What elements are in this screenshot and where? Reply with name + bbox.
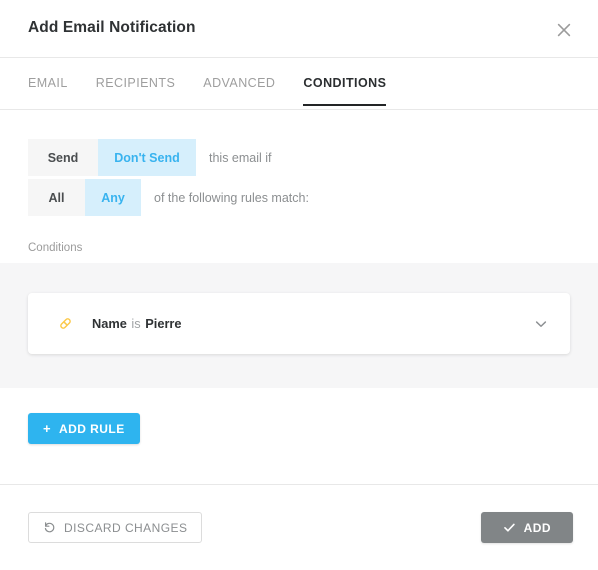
condition-field: Name [92, 316, 127, 331]
tab-recipients[interactable]: RECIPIENTS [96, 58, 176, 106]
send-row-caption: this email if [209, 150, 272, 165]
plus-icon: + [43, 421, 52, 436]
link-icon [56, 315, 74, 333]
check-icon [503, 521, 516, 534]
condition-value: Pierre [145, 316, 182, 331]
discard-changes-label: DISCARD CHANGES [64, 520, 188, 535]
add-rule-button[interactable]: + ADD RULE [28, 413, 140, 444]
add-rule-area: + ADD RULE [0, 388, 598, 483]
tab-advanced[interactable]: ADVANCED [203, 58, 275, 106]
condition-operator: is [131, 316, 141, 331]
segment-all[interactable]: All [28, 179, 85, 216]
conditions-section-label: Conditions [28, 242, 83, 254]
dialog-footer: DISCARD CHANGES ADD [0, 484, 598, 570]
match-toggle-row: All Any of the following rules match: [28, 179, 598, 216]
chevron-down-icon[interactable] [530, 313, 552, 335]
match-row-caption: of the following rules match: [154, 190, 309, 205]
add-button-label: ADD [523, 520, 551, 535]
send-toggle-row: Send Don't Send this email if [28, 139, 598, 176]
condition-settings: Send Don't Send this email if All Any of… [0, 110, 598, 216]
discard-changes-button[interactable]: DISCARD CHANGES [28, 512, 203, 543]
page-title: Add Email Notification [28, 19, 196, 36]
condition-expression: Name is Pierre [92, 316, 182, 331]
dialog-header: Add Email Notification [0, 0, 598, 58]
tab-bar: EMAIL RECIPIENTS ADVANCED CONDITIONS [0, 58, 598, 110]
segment-send[interactable]: Send [28, 139, 98, 176]
segment-dont-send[interactable]: Don't Send [98, 139, 196, 176]
add-email-notification-dialog: Add Email Notification EMAIL RECIPIENTS … [0, 0, 598, 570]
segment-any[interactable]: Any [85, 179, 141, 216]
add-button[interactable]: ADD [480, 512, 573, 543]
conditions-panel: Name is Pierre [0, 263, 598, 388]
condition-rule-row[interactable]: Name is Pierre [28, 293, 570, 354]
close-icon[interactable] [552, 18, 576, 42]
add-rule-label: ADD RULE [59, 421, 125, 436]
tab-email[interactable]: EMAIL [28, 58, 68, 106]
tab-conditions[interactable]: CONDITIONS [303, 58, 387, 106]
undo-icon [43, 521, 56, 534]
